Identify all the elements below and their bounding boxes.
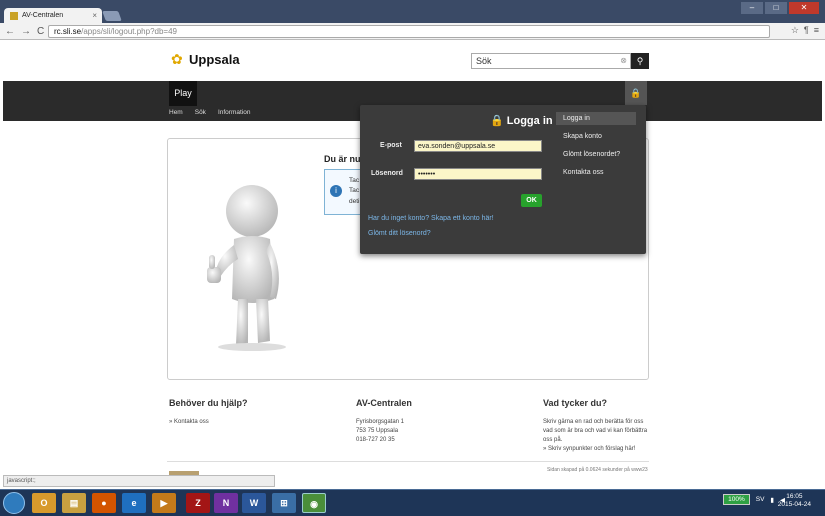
network-tray-icon[interactable]: ▮ [770, 496, 774, 504]
menu-item-glomt-losenord[interactable]: Glömt lösenordet? [556, 148, 636, 161]
password-label: Lösenord [371, 170, 403, 177]
forgot-password-link[interactable]: Glömt ditt lösenord? [368, 230, 431, 237]
lock-icon: 🔒 [630, 88, 642, 98]
maximize-button[interactable]: □ [765, 2, 787, 14]
feedback-link[interactable]: » Skriv synpunkter och förslag här! [543, 445, 653, 454]
media-icon[interactable]: ▶ [152, 493, 176, 513]
nav-play[interactable]: Play [169, 81, 197, 106]
window-controls: – □ ✕ [741, 2, 819, 14]
favicon-icon [10, 11, 18, 20]
thumbs-up-figure [207, 185, 286, 351]
address-bar[interactable]: rc.sli.se/apps/sli/logout.php?db=49 [48, 25, 770, 38]
chrome-icon[interactable]: ◉ [302, 493, 326, 513]
nav-item-hem[interactable]: Hem [169, 109, 183, 116]
web-page: ✿ Uppsala Sök ⊗ ⚲ Play Hem Sök Informati… [3, 41, 822, 476]
logo-icon: ✿ [171, 51, 183, 67]
page-title: Du är nu [324, 154, 361, 164]
search-value: Sök [476, 56, 492, 66]
login-title-text: Logga in [506, 115, 553, 127]
new-tab-button[interactable] [102, 11, 122, 21]
outlook-icon[interactable]: O [32, 493, 56, 513]
word-icon[interactable]: W [242, 493, 266, 513]
sub-nav: Hem Sök Information [169, 109, 250, 116]
browser-toolbar: ← → C rc.sli.se/apps/sli/logout.php?db=4… [0, 23, 825, 40]
menu-icon[interactable]: ≡ [814, 25, 819, 36]
ie-icon[interactable]: e [122, 493, 146, 513]
logo-text: Uppsala [189, 51, 240, 67]
password-field[interactable]: ••••••• [414, 168, 542, 180]
clock-time: 16:05 [786, 493, 803, 500]
search-clear-icon[interactable]: ⊗ [620, 54, 627, 68]
email-label: E-post [380, 142, 402, 149]
url-host: rc.sli.se [54, 27, 82, 36]
footer-feedback: Vad tycker du? Skriv gärna en rad och be… [543, 397, 653, 454]
language-indicator[interactable]: SV [756, 496, 765, 503]
footer-divider [167, 461, 649, 462]
login-title: 🔒 Logga in [490, 114, 553, 127]
onenote-icon[interactable]: N [214, 493, 238, 513]
login-toggle-button[interactable]: 🔒 [625, 81, 647, 105]
explorer-icon[interactable]: ▤ [62, 493, 86, 513]
menu-item-skapa-konto[interactable]: Skapa konto [556, 130, 636, 143]
minimize-button[interactable]: – [741, 2, 763, 14]
footer-address: AV-Centralen Fyrisborgsgatan 1 753 75 Up… [356, 397, 466, 445]
extension-icon[interactable]: ¶ [804, 25, 809, 36]
menu-item-kontakta-oss[interactable]: Kontakta oss [556, 166, 636, 179]
lock-icon: 🔒 [490, 115, 504, 127]
clock-date: 2015-04-24 [777, 501, 811, 509]
browser-tab[interactable]: AV-Centralen × [4, 8, 102, 23]
reload-button[interactable]: C [37, 26, 44, 37]
close-window-button[interactable]: ✕ [789, 2, 819, 14]
filezilla-icon[interactable]: Z [186, 493, 210, 513]
browser-icons: ☆ ¶ ≡ [791, 25, 819, 36]
tab-close-icon[interactable]: × [92, 11, 97, 20]
ok-button[interactable]: OK [521, 194, 542, 207]
footer-address-title: AV-Centralen [356, 398, 412, 408]
created-info: Sidan skapad på 0.0624 sekunder på www23 [547, 467, 648, 473]
login-dropdown: 🔒 Logga in E-post eva.sonden@uppsala.se … [360, 105, 646, 254]
network-icon[interactable]: ⊞ [272, 493, 296, 513]
search-button[interactable]: ⚲ [631, 53, 649, 69]
tab-title: AV-Centralen [22, 12, 64, 19]
search-input[interactable]: Sök ⊗ [471, 53, 631, 69]
email-field[interactable]: eva.sonden@uppsala.se [414, 140, 542, 152]
address-line: Fyrisborgsgatan 1 [356, 418, 405, 425]
footer-help-title: Behöver du hjälp? [169, 398, 248, 408]
start-button[interactable] [3, 492, 25, 514]
info-icon: i [330, 185, 342, 197]
clock[interactable]: 16:05 2015-04-24 [778, 493, 811, 510]
create-account-link[interactable]: Har du inget konto? Skapa ett konto här! [368, 215, 494, 222]
forward-button[interactable]: → [21, 26, 31, 37]
footer-help: Behöver du hjälp? » Kontakta oss [169, 397, 279, 427]
browser-titlebar: AV-Centralen × – □ ✕ [0, 0, 825, 23]
firefox-icon[interactable]: ● [92, 493, 116, 513]
status-bar: javascript:; [3, 475, 275, 487]
phone-line: 018-727 20 35 [356, 436, 395, 443]
site-logo[interactable]: ✿ Uppsala [171, 51, 240, 67]
address-line: 753 75 Uppsala [356, 427, 399, 434]
feedback-text: Skriv gärna en rad och berätta för oss v… [543, 418, 648, 443]
battery-indicator[interactable]: 100% [723, 494, 750, 505]
back-button[interactable]: ← [5, 26, 15, 37]
footer: Behöver du hjälp? » Kontakta oss AV-Cent… [3, 391, 822, 476]
footer-feedback-title: Vad tycker du? [543, 398, 608, 408]
star-icon[interactable]: ☆ [791, 25, 799, 36]
windows-taskbar: O ▤ ● e ▶ Z N W ⊞ ◉ 100% SV ▮ ◀ 16:05 20… [0, 489, 825, 516]
contact-link[interactable]: » Kontakta oss [169, 418, 279, 427]
url-path: /apps/sli/logout.php?db=49 [81, 27, 177, 36]
system-tray: 100% SV ▮ ◀ [723, 494, 785, 505]
login-side-menu: Logga in Skapa konto Glömt lösenordet? K… [556, 112, 636, 184]
nav-item-sok[interactable]: Sök [195, 109, 206, 116]
search-icon: ⚲ [636, 56, 644, 66]
menu-item-logga-in[interactable]: Logga in [556, 112, 636, 125]
nav-item-information[interactable]: Information [218, 109, 251, 116]
